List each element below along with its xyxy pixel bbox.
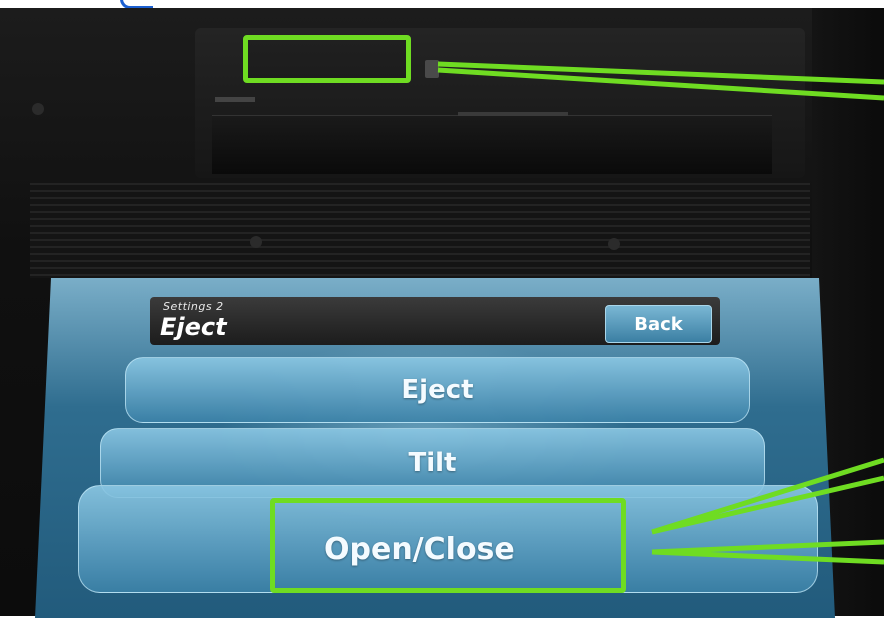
eject-button[interactable]: Eject <box>125 357 750 423</box>
disc-slot <box>212 115 772 174</box>
screen-title: Eject <box>160 313 227 341</box>
tilt-button-label: Tilt <box>408 448 457 478</box>
hardware-button[interactable] <box>425 60 439 78</box>
screw <box>608 238 620 250</box>
eject-button-label: Eject <box>401 375 474 405</box>
screen-subtitle: Settings 2 <box>163 300 224 313</box>
screw <box>32 103 44 115</box>
screw <box>250 236 262 248</box>
back-button[interactable]: Back <box>605 305 712 343</box>
highlight-box-hardware <box>243 35 411 83</box>
highlight-box-open-close <box>270 498 626 593</box>
top-edge <box>0 0 884 9</box>
vent-grille <box>30 178 810 278</box>
panel-label <box>215 97 255 102</box>
slot-indicator <box>458 112 568 116</box>
